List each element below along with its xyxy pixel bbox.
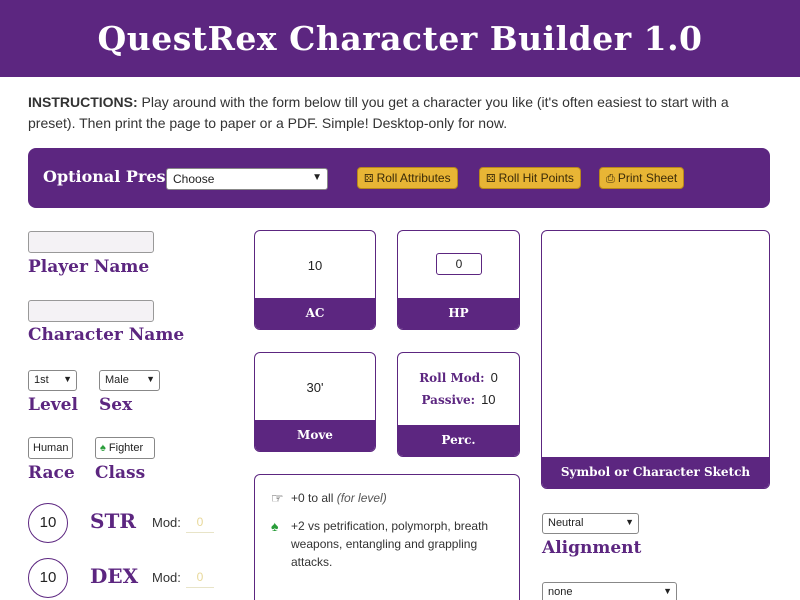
level-select-value: 1st: [34, 374, 49, 386]
level-select[interactable]: 1st ▼: [28, 370, 77, 391]
perc-label: Perc.: [398, 425, 519, 456]
hp-card: 0 HP: [397, 230, 520, 330]
str-label: STR: [90, 509, 136, 533]
dex-mod-value: 0: [186, 566, 214, 588]
print-sheet-label: Print Sheet: [617, 171, 678, 185]
perception-card: Roll Mod: 0 Passive: 10 Perc.: [397, 352, 520, 457]
perc-roll-mod-label: Roll Mod:: [419, 371, 485, 385]
alignment-label: Alignment: [542, 538, 642, 558]
preset-select[interactable]: Choose ▼: [166, 168, 328, 190]
ability-text: +2 vs petrification, polymorph, breath w…: [291, 519, 489, 569]
perc-passive-value: 10: [481, 392, 496, 407]
roll-attributes-button[interactable]: ⚄ Roll Attributes: [357, 167, 458, 189]
perc-roll-mod-value: 0: [490, 370, 498, 385]
ability-item: ☞ +0 to all (for level): [271, 489, 503, 507]
page-title: QuestRex Character Builder 1.0: [97, 19, 703, 58]
player-name-input[interactable]: [28, 231, 154, 253]
chevron-down-icon: ▼: [63, 374, 72, 384]
perc-passive-row: Passive: 10: [398, 392, 519, 407]
instructions: INSTRUCTIONS: Play around with the form …: [28, 92, 778, 134]
sex-label: Sex: [99, 395, 133, 415]
race-button[interactable]: Human: [28, 437, 73, 459]
move-label: Move: [255, 420, 375, 451]
roll-attributes-label: Roll Attributes: [376, 171, 451, 185]
dex-mod-label: Mod:: [152, 570, 181, 585]
race-label: Race: [28, 463, 75, 483]
alignment-select-value: Neutral: [548, 517, 584, 529]
chevron-down-icon: ▼: [312, 172, 322, 183]
spade-icon: ♠: [271, 518, 279, 534]
hp-input[interactable]: 0: [436, 253, 482, 275]
print-sheet-button[interactable]: ⎙ Print Sheet: [599, 167, 685, 189]
class-button[interactable]: ♠ Fighter: [95, 437, 155, 459]
dex-label: DEX: [90, 564, 139, 588]
sketch-label: Symbol or Character Sketch: [542, 457, 769, 488]
race-value: Human: [33, 442, 69, 454]
ability-item: ♠ +2 vs petrification, polymorph, breath…: [271, 517, 503, 571]
perc-passive-label: Passive:: [421, 393, 476, 407]
move-card: 30' Move: [254, 352, 376, 452]
printer-icon: ⎙: [606, 173, 615, 185]
extra-select[interactable]: none ▼: [542, 582, 677, 600]
level-label: Level: [28, 395, 78, 415]
preset-bar: Optional Preset : Choose ▼ ⚄ Roll Attribu…: [28, 148, 770, 208]
str-mod-value: 0: [186, 511, 214, 533]
perc-roll-mod-row: Roll Mod: 0: [398, 370, 519, 385]
roll-hit-points-button[interactable]: ⚄ Roll Hit Points: [479, 167, 581, 189]
move-value: 30': [306, 380, 324, 395]
instructions-lead: INSTRUCTIONS:: [28, 94, 138, 110]
sketch-box: Symbol or Character Sketch: [541, 230, 770, 489]
dice-icon: ⚄: [364, 173, 374, 185]
app-header: QuestRex Character Builder 1.0: [0, 0, 800, 77]
chevron-down-icon: ▼: [663, 586, 672, 596]
extra-select-value: none: [548, 586, 573, 598]
alignment-select[interactable]: Neutral ▼: [542, 513, 639, 534]
character-name-label: Character Name: [28, 325, 185, 345]
roll-hit-points-label: Roll Hit Points: [498, 171, 574, 185]
hand-point-right-icon: ☞: [271, 490, 284, 506]
ability-text: +0 to all (for level): [291, 491, 387, 505]
str-mod-label: Mod:: [152, 515, 181, 530]
player-name-label: Player Name: [28, 257, 150, 277]
ac-label: AC: [255, 298, 375, 329]
sex-select-value: Male: [105, 374, 129, 386]
class-value: Fighter: [108, 442, 144, 454]
hp-label: HP: [398, 298, 519, 329]
chevron-down-icon: ▼: [625, 517, 634, 527]
str-score[interactable]: 10: [28, 503, 68, 543]
sex-select[interactable]: Male ▼: [99, 370, 160, 391]
ac-card: 10 AC: [254, 230, 376, 330]
dex-score[interactable]: 10: [28, 558, 68, 598]
chevron-down-icon: ▼: [146, 374, 155, 384]
dice-icon: ⚄: [486, 173, 496, 185]
character-name-input[interactable]: [28, 300, 154, 322]
ac-value: 10: [307, 258, 323, 273]
abilities-box: ☞ +0 to all (for level) ♠ +2 vs petrific…: [254, 474, 520, 600]
spade-icon: ♠: [100, 442, 106, 454]
class-label: Class: [95, 463, 146, 483]
preset-select-value: Choose: [173, 172, 215, 186]
